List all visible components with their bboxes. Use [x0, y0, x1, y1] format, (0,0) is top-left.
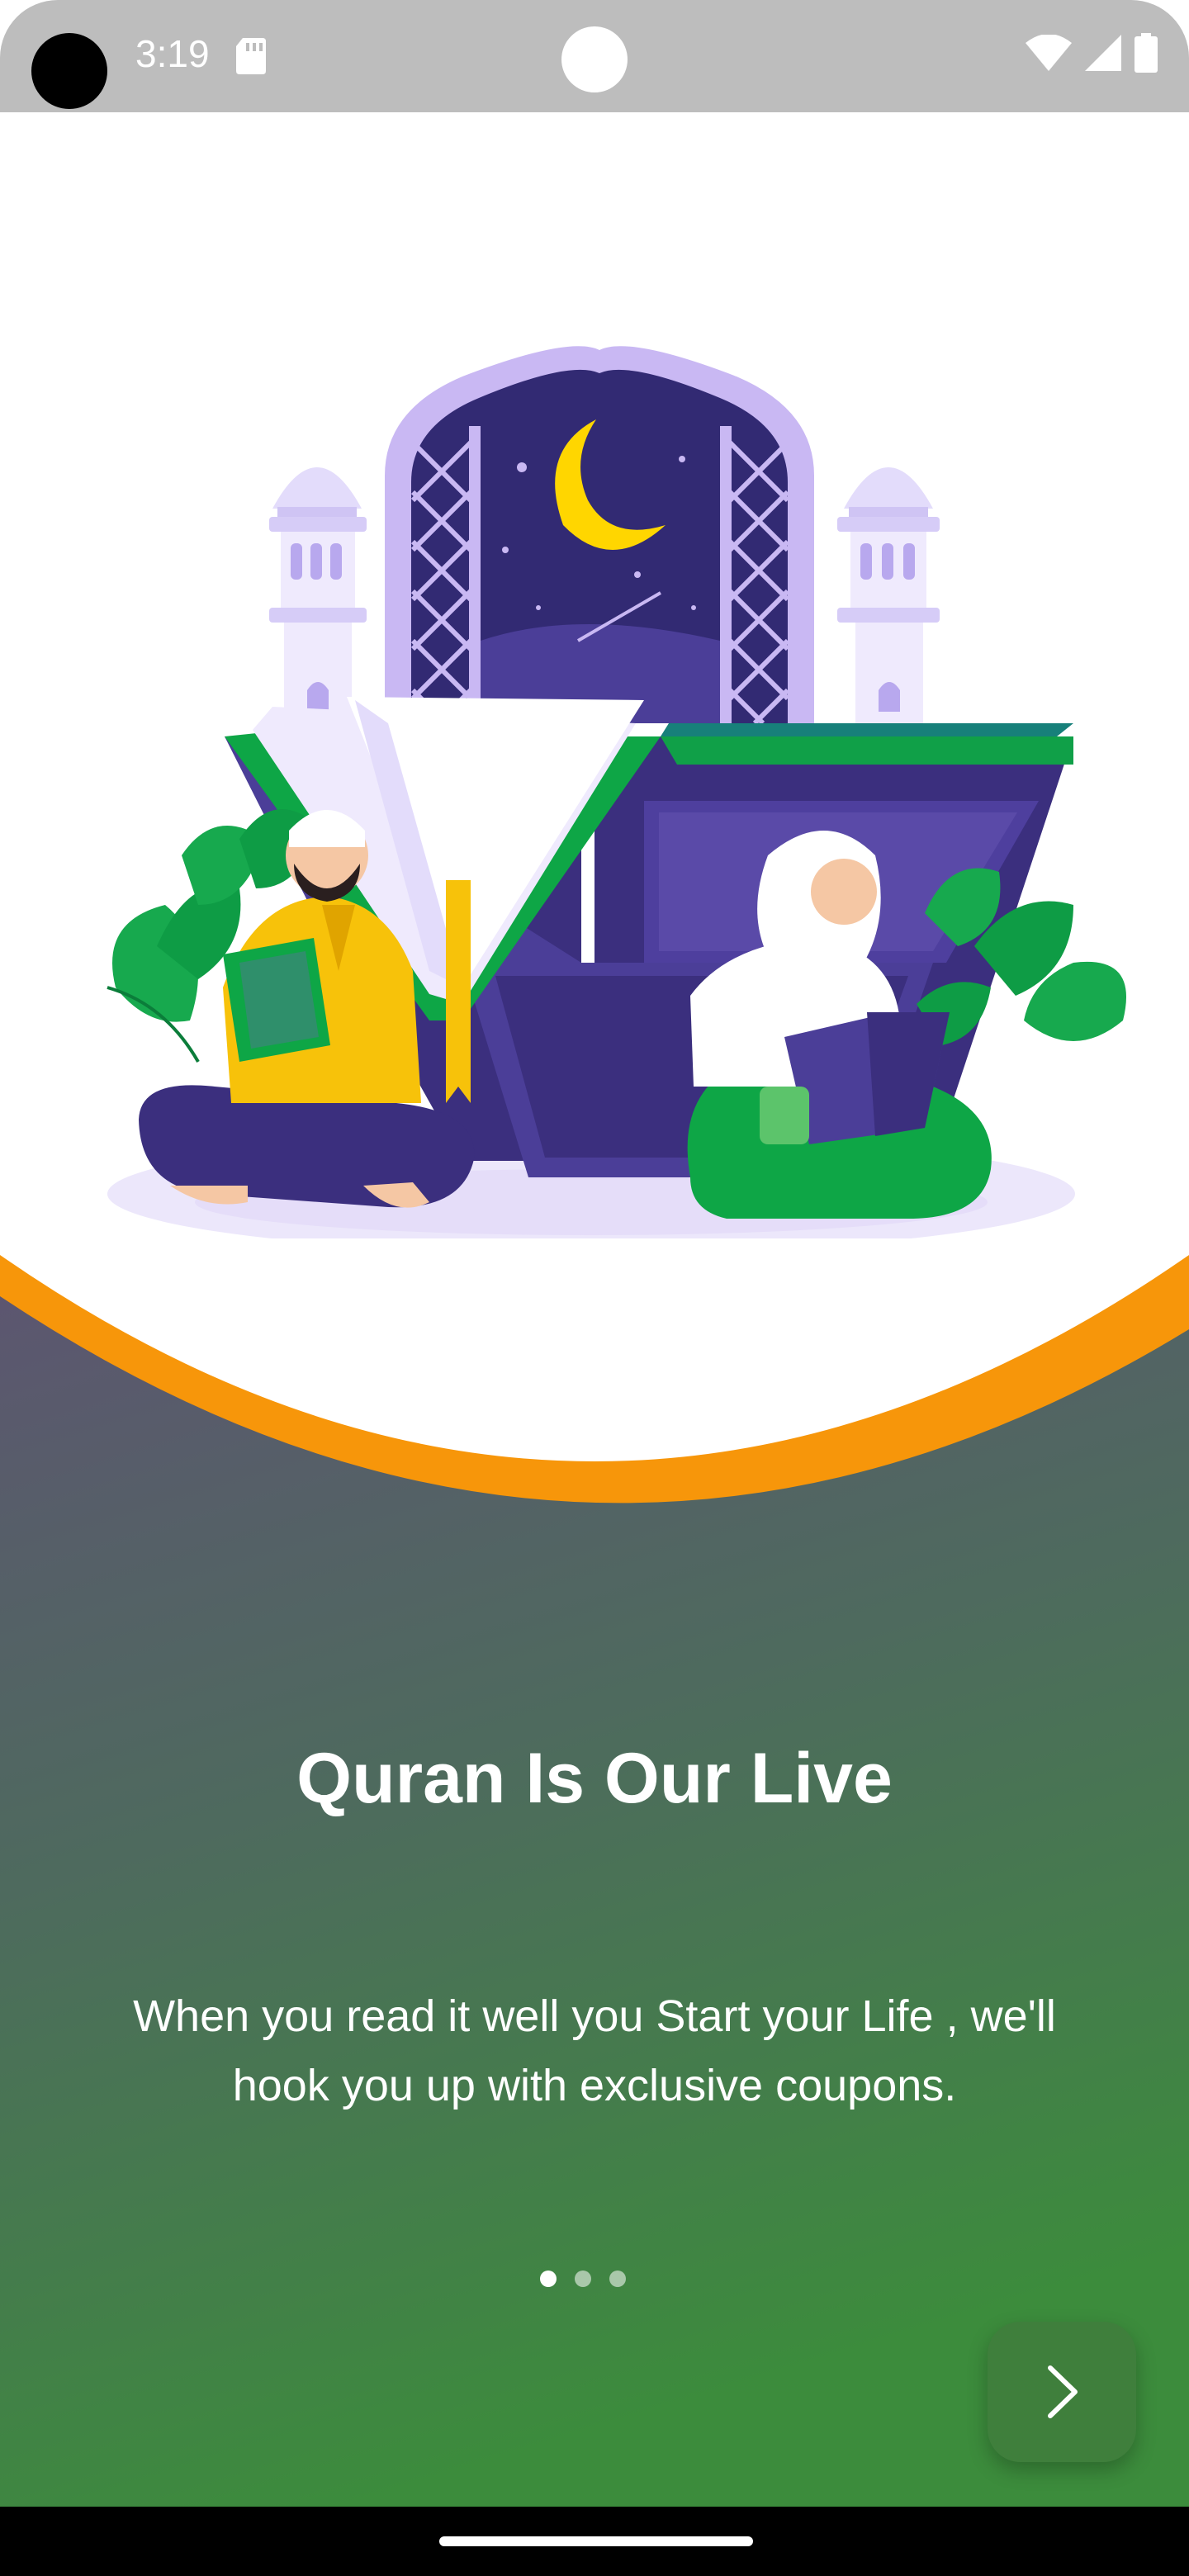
- wifi-icon: [1026, 35, 1072, 71]
- onboarding-panel-background: [0, 1238, 1189, 2510]
- onboarding-description: When you read it well you Start your Lif…: [133, 1991, 1056, 2110]
- page-indicator-dot-2[interactable]: [575, 2271, 591, 2287]
- chevron-right-icon: [1048, 2365, 1078, 2418]
- status-time: 3:19: [135, 32, 210, 75]
- mosque-quran-readers-illustration: [107, 346, 1126, 1253]
- onboarding-title: Quran Is Our Live: [296, 1739, 893, 1818]
- next-button[interactable]: [988, 2322, 1136, 2462]
- right-minaret-icon: [837, 467, 940, 746]
- page-indicator: [540, 2271, 626, 2287]
- page-indicator-dot-3[interactable]: [609, 2271, 626, 2287]
- page-indicator-dot-1[interactable]: [540, 2271, 557, 2287]
- home-indicator[interactable]: [439, 2536, 753, 2546]
- status-icons: [1026, 33, 1158, 73]
- signal-icon: [1085, 35, 1121, 71]
- sd-card-icon: [236, 38, 266, 78]
- battery-icon: [1135, 33, 1158, 73]
- mosque-arch-icon: [385, 346, 814, 726]
- onboarding-screen: 3:19 Quran Is Our Live When you read it …: [0, 0, 1189, 2576]
- notch-indicator: [561, 26, 628, 92]
- camera-cutout: [31, 33, 107, 109]
- status-bar: 3:19: [0, 0, 1189, 112]
